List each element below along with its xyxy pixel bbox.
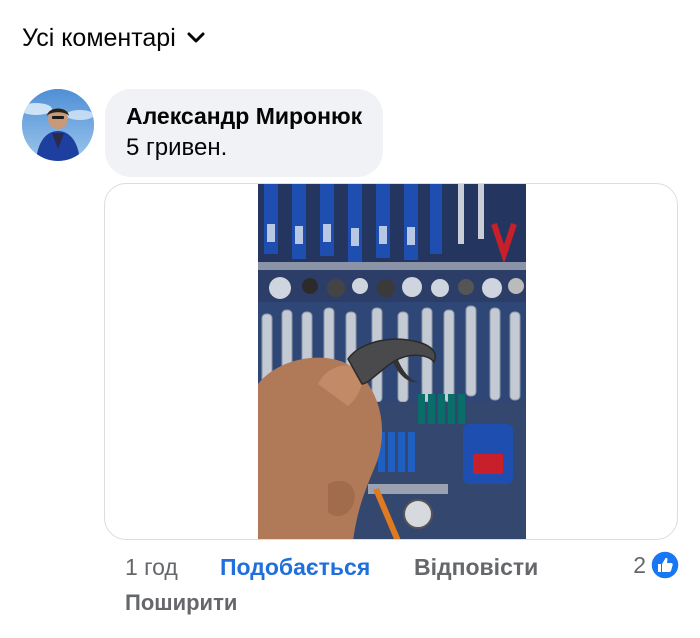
like-button[interactable]: Подобається (220, 554, 370, 581)
reaction-summary[interactable]: 2 (633, 550, 680, 580)
reaction-count: 2 (633, 551, 646, 578)
comment-time[interactable]: 1 год (125, 554, 178, 581)
photo-tool-wall[interactable] (258, 184, 526, 540)
comments-filter-label: Усі коментарі (22, 23, 176, 52)
comment-author[interactable]: Александр Миронюк (126, 101, 362, 131)
share-button[interactable]: Поширити (125, 590, 237, 616)
thumbs-up-icon (650, 550, 680, 580)
comment-bubble: Александр Миронюк 5 гривен. (105, 89, 384, 177)
comments-filter-dropdown[interactable]: Усі коментарі (22, 18, 206, 58)
comment-actions: 1 год Подобається Відповісти 2 (125, 550, 680, 586)
reply-button[interactable]: Відповісти (414, 554, 538, 581)
user-avatar-icon (22, 89, 94, 161)
comment-text: 5 гривен. (126, 134, 228, 161)
avatar[interactable] (22, 89, 94, 161)
comment-attachment[interactable] (104, 183, 678, 540)
chevron-down-icon (187, 32, 205, 43)
